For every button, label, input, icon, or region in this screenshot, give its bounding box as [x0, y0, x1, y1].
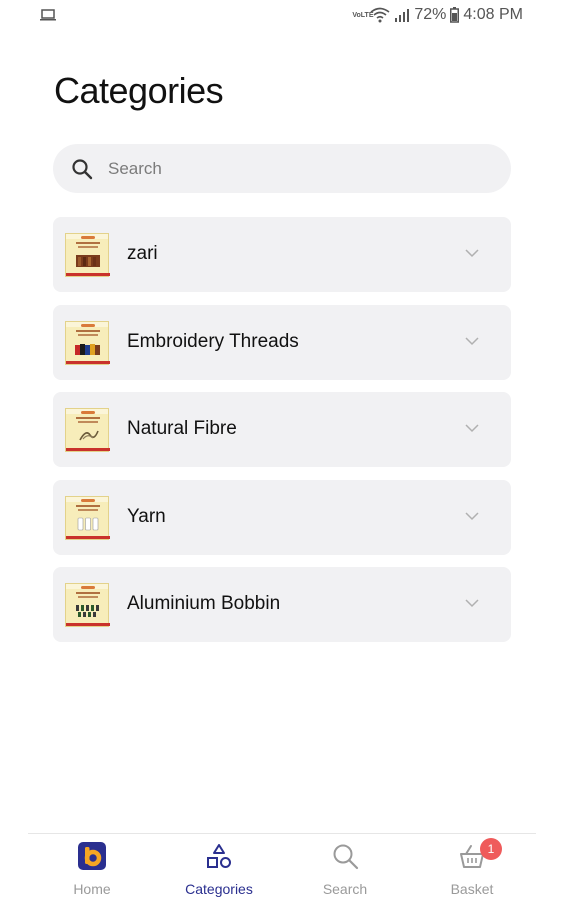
nav-item-search[interactable]: Search [295, 834, 395, 900]
battery-icon [450, 7, 460, 23]
search-bar[interactable] [53, 144, 511, 193]
category-item-aluminium-bobbin[interactable]: Aluminium Bobbin [53, 567, 511, 642]
chevron-down-icon[interactable] [465, 248, 479, 258]
nav-item-basket[interactable]: 1 Basket [422, 834, 522, 900]
nav-label: Categories [185, 881, 253, 897]
page-title: Categories [54, 70, 224, 111]
category-thumbnail [65, 233, 110, 277]
basket-count-badge: 1 [480, 838, 502, 860]
chevron-down-icon[interactable] [465, 336, 479, 346]
nav-item-categories[interactable]: Categories [169, 834, 269, 900]
category-item-zari[interactable]: zari [53, 217, 511, 292]
category-thumbnail [65, 495, 110, 540]
nav-label: Search [322, 881, 368, 897]
shapes-icon [207, 844, 231, 868]
chevron-down-icon[interactable] [465, 511, 479, 521]
status-bar: VoLTE 72% 4:08 PM [0, 0, 563, 32]
category-thumbnail [65, 320, 110, 365]
category-label: Aluminium Bobbin [127, 593, 281, 614]
category-thumbnail [65, 408, 110, 452]
category-label: Natural Fibre [127, 418, 237, 439]
nav-label: Home [73, 881, 111, 897]
category-item-embroidery-threads[interactable]: Embroidery Threads [53, 304, 511, 380]
laptop-icon [40, 9, 56, 21]
category-label: zari [127, 243, 158, 264]
search-icon [72, 159, 93, 180]
clock: 4:08 PM [463, 6, 523, 23]
search-icon [333, 844, 359, 870]
category-list: zari Embroidery Threads Natural Fibre Ya… [53, 217, 511, 655]
signal-icon [395, 9, 410, 22]
category-item-yarn[interactable]: Yarn [53, 479, 511, 555]
battery-percent: 72% [414, 6, 447, 23]
category-label: Embroidery Threads [127, 330, 299, 352]
volte-indicator: VoLTE [352, 11, 374, 19]
category-label: Yarn [127, 505, 166, 527]
category-thumbnail [65, 583, 110, 627]
chevron-down-icon[interactable] [465, 598, 479, 608]
chevron-down-icon[interactable] [465, 423, 479, 433]
bottom-nav: Home Categories Search 1 Basket [28, 833, 536, 900]
nav-label: Basket [450, 881, 494, 897]
nav-item-home[interactable]: Home [42, 834, 142, 900]
brand-logo-icon [78, 842, 106, 870]
wifi-icon [370, 7, 390, 23]
search-input[interactable] [108, 144, 488, 193]
category-item-natural-fibre[interactable]: Natural Fibre [53, 392, 511, 467]
